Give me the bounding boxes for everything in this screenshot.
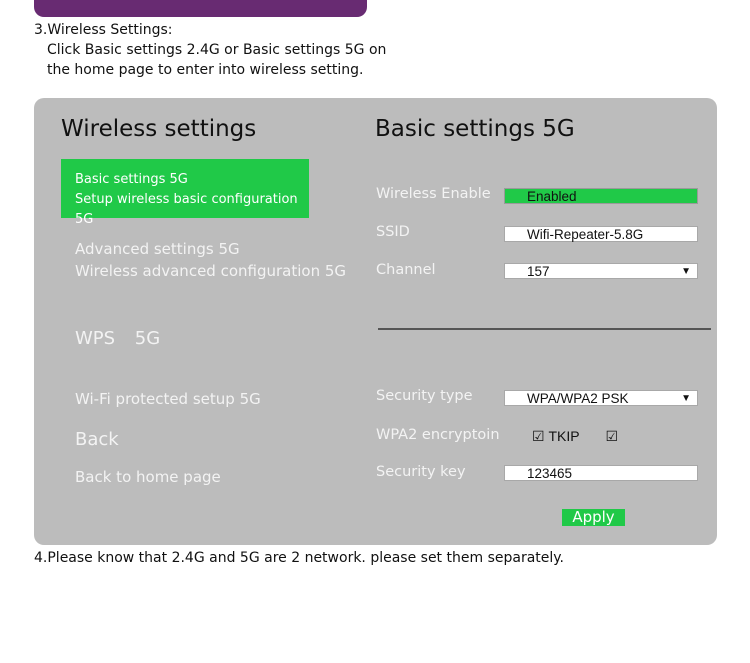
apply-button[interactable]: Apply [562,509,625,526]
wireless-enable-label: Wireless Enable [376,186,491,202]
channel-value: 157 [527,264,550,279]
ssid-label: SSID [376,224,410,240]
security-key-label: Security key [376,464,466,480]
header-bar [34,0,367,17]
step3-line2: the home page to enter into wireless set… [47,62,364,78]
menu-item-wps-title[interactable]: WPS 5G [75,328,160,349]
channel-select[interactable]: 157 ▼ [504,263,698,279]
encryption-options: ☑ TKIP ☑ [532,428,618,445]
menu-item-wps-subtitle[interactable]: Wi-Fi protected setup 5G [75,388,261,410]
wireless-settings-panel: Wireless settings Basic settings 5G Basi… [34,98,717,545]
security-type-value: WPA/WPA2 PSK [527,391,629,406]
aes-checkbox-icon[interactable]: ☑ [605,428,618,445]
channel-label: Channel [376,262,436,278]
section-divider [378,328,711,330]
tkip-checkbox-icon[interactable]: ☑ [532,428,545,445]
encryption-label: WPA2 encryptoin [376,427,500,443]
menu-item-title: Advanced settings 5G [75,240,240,258]
tkip-label: TKIP [548,428,580,444]
step3-line1: Click Basic settings 2.4G or Basic setti… [47,42,387,58]
menu-item-subtitle: Wireless advanced configuration 5G [75,262,347,280]
security-type-select[interactable]: WPA/WPA2 PSK ▼ [504,390,698,406]
dropdown-arrow-icon: ▼ [681,393,691,404]
wireless-enable-select[interactable]: Enabled [504,188,698,204]
basic-settings-heading: Basic settings 5G [375,116,575,142]
menu-item-title: Basic settings 5G [75,172,188,187]
menu-item-back-title[interactable]: Back [75,429,119,450]
wireless-settings-heading: Wireless settings [61,116,257,142]
security-key-input[interactable]: 123465 [504,465,698,481]
step4-note: 4.Please know that 2.4G and 5G are 2 net… [34,550,565,566]
dropdown-arrow-icon: ▼ [681,266,691,277]
step3-title: 3.Wireless Settings: [34,22,173,38]
security-type-label: Security type [376,388,473,404]
menu-item-advanced-settings[interactable]: Advanced settings 5G Wireless advanced c… [75,238,346,282]
menu-item-basic-settings[interactable]: Basic settings 5G Setup wireless basic c… [61,159,309,227]
menu-item-subtitle: Setup wireless basic configuration 5G [75,192,298,227]
ssid-input[interactable]: Wifi-Repeater-5.8G [504,226,698,242]
menu-item-back-subtitle[interactable]: Back to home page [75,466,221,488]
step3-instructions: 3.Wireless Settings: Click Basic setting… [34,20,386,80]
